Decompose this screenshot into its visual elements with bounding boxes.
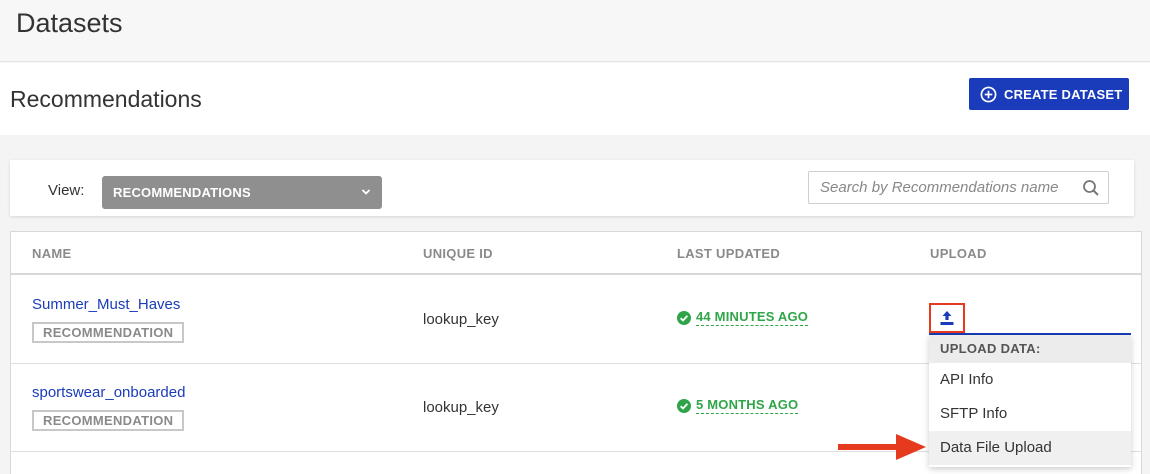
menu-item-api-info[interactable]: API Info (929, 363, 1131, 397)
section-header: Recommendations CREATE DATASET (0, 63, 1150, 135)
column-header-last-updated: LAST UPDATED (677, 246, 781, 261)
view-label: View: (48, 182, 85, 199)
upload-button[interactable] (929, 303, 965, 333)
column-header-upload: UPLOAD (930, 246, 987, 261)
dataset-unique-id: lookup_key (423, 399, 499, 416)
check-circle-icon (677, 310, 691, 325)
search-icon[interactable] (1082, 179, 1100, 197)
upload-icon (940, 311, 954, 325)
top-bar: Datasets (0, 0, 1150, 62)
search-input[interactable] (809, 172, 1079, 203)
plus-circle-icon (980, 86, 997, 102)
last-updated-text[interactable]: 44 MINUTES AGO (696, 309, 809, 326)
chevron-down-icon (361, 189, 371, 195)
last-updated-text[interactable]: 5 MONTHS AGO (696, 397, 799, 414)
menu-item-data-file-upload[interactable]: Data File Upload (929, 431, 1131, 465)
menu-item-sftp-info[interactable]: SFTP Info (929, 397, 1131, 431)
dataset-name-link[interactable]: Summer_Must_Haves (32, 296, 180, 313)
page-title: Datasets (16, 8, 123, 38)
upload-data-menu: UPLOAD DATA: API Info SFTP Info Data Fil… (929, 335, 1131, 467)
dataset-type-tag: RECOMMENDATION (32, 322, 185, 343)
view-select[interactable]: RECOMMENDATIONS (102, 176, 382, 209)
dataset-unique-id: lookup_key (423, 311, 499, 328)
check-circle-icon (677, 398, 691, 413)
column-header-name: NAME (32, 246, 72, 261)
dataset-name-link[interactable]: sportswear_onboarded (32, 384, 185, 401)
dataset-type-tag: RECOMMENDATION (32, 410, 185, 431)
create-dataset-button[interactable]: CREATE DATASET (969, 78, 1129, 110)
last-updated-status: 44 MINUTES AGO (677, 309, 809, 326)
table-header: NAME UNIQUE ID LAST UPDATED UPLOAD (11, 232, 1141, 275)
search-box (808, 171, 1109, 204)
arrow-right-icon (838, 434, 926, 460)
view-select-value: RECOMMENDATIONS (113, 185, 251, 200)
create-dataset-label: CREATE DATASET (1004, 86, 1123, 102)
upload-menu-header: UPLOAD DATA: (929, 335, 1131, 363)
last-updated-status: 5 MONTHS AGO (677, 397, 799, 414)
column-header-unique-id: UNIQUE ID (423, 246, 493, 261)
filter-bar: View: RECOMMENDATIONS (10, 160, 1134, 216)
section-title: Recommendations (10, 86, 202, 112)
